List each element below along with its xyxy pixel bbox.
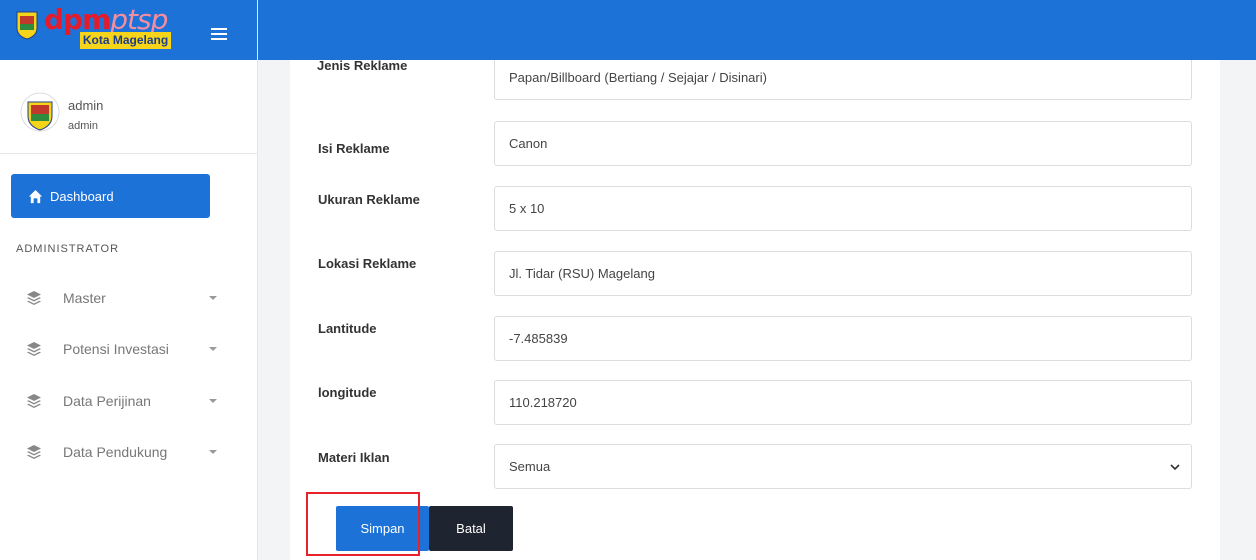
hamburger-icon[interactable] (211, 28, 227, 41)
home-icon (28, 189, 43, 203)
sidebar-item-label: Dashboard (50, 188, 114, 204)
city-emblem-icon (16, 11, 38, 40)
longitude-field[interactable]: 110.218720 (494, 380, 1192, 425)
user-panel: admin admin (0, 60, 258, 154)
chevron-down-icon (209, 450, 217, 454)
user-name: admin (68, 98, 104, 113)
chevron-down-icon (209, 296, 217, 300)
field-value: -7.485839 (509, 331, 568, 346)
ukuran-reklame-field[interactable]: 5 x 10 (494, 186, 1192, 231)
sidebar-item-label: Data Pendukung (63, 444, 168, 460)
field-value: Canon (509, 136, 548, 151)
isi-reklame-field[interactable]: Canon (494, 121, 1192, 166)
chevron-down-icon (209, 347, 217, 351)
field-value: 5 x 10 (509, 201, 545, 216)
avatar (20, 92, 60, 132)
field-label-lantitude: Lantitude (318, 321, 377, 336)
sidebar-item-label: Data Perijinan (63, 393, 151, 409)
lantitude-field[interactable]: -7.485839 (494, 316, 1192, 361)
field-label-jenis-reklame: Jenis Reklame (317, 60, 408, 73)
section-label: ADMINISTRATOR (16, 243, 120, 255)
logo[interactable]: dpmptsp (44, 6, 168, 34)
top-navbar (258, 0, 1256, 60)
sidebar-item-potensi-investasi[interactable]: Potensi Investasi (0, 339, 258, 359)
field-label-longitude: longitude (318, 385, 377, 400)
sidebar-item-dashboard[interactable]: Dashboard (11, 174, 210, 218)
sidebar: dpmptsp Kota Magelang admin admin Dashbo… (0, 0, 258, 560)
sidebar-item-master[interactable]: Master (0, 288, 258, 308)
sidebar-item-data-pendukung[interactable]: Data Pendukung (0, 442, 258, 462)
select-value: Semua (509, 459, 551, 474)
chevron-down-icon (1170, 464, 1180, 471)
lokasi-reklame-field[interactable]: Jl. Tidar (RSU) Magelang (494, 251, 1192, 296)
field-label-ukuran-reklame: Ukuran Reklame (318, 192, 420, 207)
field-value: 110.218720 (509, 395, 577, 410)
brand-header: dpmptsp Kota Magelang (0, 0, 257, 60)
layers-icon (27, 445, 41, 459)
sidebar-item-data-perijinan[interactable]: Data Perijinan (0, 391, 258, 411)
user-role: admin (68, 120, 98, 132)
form-card: Jenis Reklame Papan/Billboard (Bertiang … (290, 60, 1220, 560)
field-value: Papan/Billboard (Bertiang / Sejajar / Di… (509, 70, 767, 85)
cancel-button[interactable]: Batal (429, 506, 513, 551)
jenis-reklame-field[interactable]: Papan/Billboard (Bertiang / Sejajar / Di… (494, 60, 1192, 100)
logo-subtitle: Kota Magelang (80, 32, 171, 49)
sidebar-item-label: Potensi Investasi (63, 341, 169, 357)
field-label-isi-reklame: Isi Reklame (318, 141, 390, 156)
materi-iklan-select[interactable]: Semua (494, 444, 1192, 489)
layers-icon (27, 291, 41, 305)
layers-icon (27, 342, 41, 356)
sidebar-item-label: Master (63, 290, 106, 306)
chevron-down-icon (209, 399, 217, 403)
field-label-materi-iklan: Materi Iklan (318, 450, 390, 465)
field-value: Jl. Tidar (RSU) Magelang (509, 266, 655, 281)
layers-icon (27, 394, 41, 408)
field-label-lokasi-reklame: Lokasi Reklame (318, 256, 417, 271)
highlight-box (306, 492, 420, 556)
